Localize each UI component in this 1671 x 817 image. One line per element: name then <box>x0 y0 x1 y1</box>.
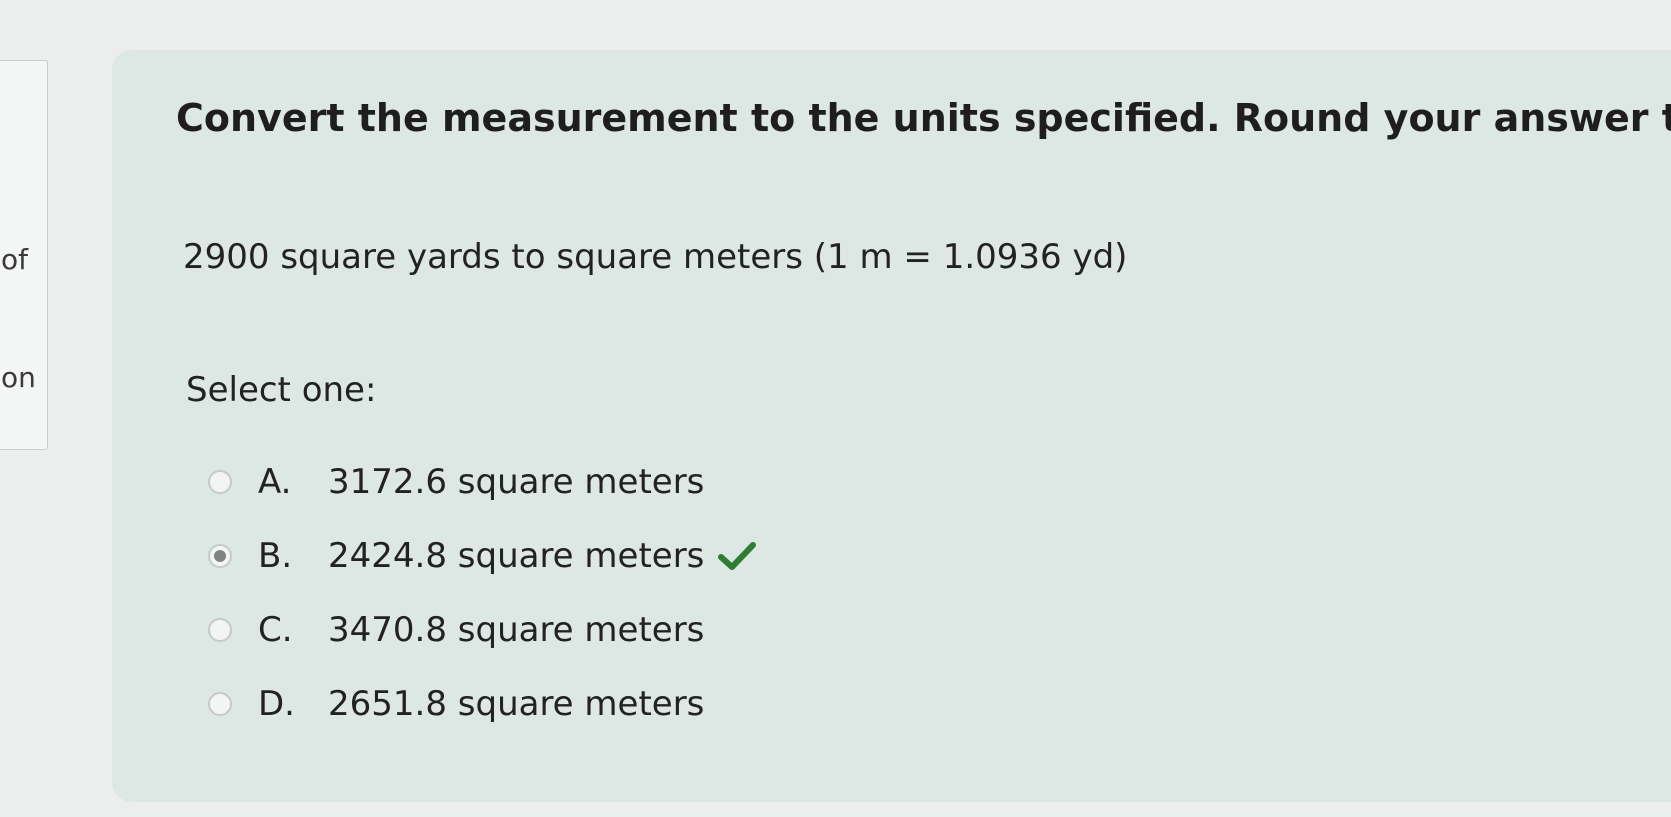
question-title: Convert the measurement to the units spe… <box>176 96 1671 140</box>
option-letter: A. <box>258 462 292 502</box>
option-letter: B. <box>258 536 293 576</box>
radio-button-c[interactable] <box>208 618 232 642</box>
radio-button-b[interactable] <box>208 544 232 568</box>
sidebar-card: of on <box>0 60 48 450</box>
option-text: 3172.6 square meters <box>328 462 705 502</box>
question-text: 2900 square yards to square meters (1 m … <box>183 237 1128 277</box>
radio-button-d[interactable] <box>208 692 232 716</box>
radio-button-a[interactable] <box>208 470 232 494</box>
option-letter: D. <box>258 684 295 724</box>
option-letter: C. <box>258 610 293 650</box>
option-text: 2651.8 square meters <box>328 684 705 724</box>
sidebar-word-2: on <box>1 361 36 394</box>
sidebar-word-1: of <box>1 243 28 276</box>
answer-option-d[interactable]: D. 2651.8 square meters <box>208 684 704 724</box>
check-icon <box>718 541 757 571</box>
select-prompt: Select one: <box>186 370 377 410</box>
option-text: 3470.8 square meters <box>328 610 705 650</box>
option-text: 2424.8 square meters <box>328 536 705 576</box>
answer-option-a[interactable]: A. 3172.6 square meters <box>208 462 704 502</box>
answer-option-b[interactable]: B. 2424.8 square meters <box>208 536 757 576</box>
answer-option-c[interactable]: C. 3470.8 square meters <box>208 610 704 650</box>
